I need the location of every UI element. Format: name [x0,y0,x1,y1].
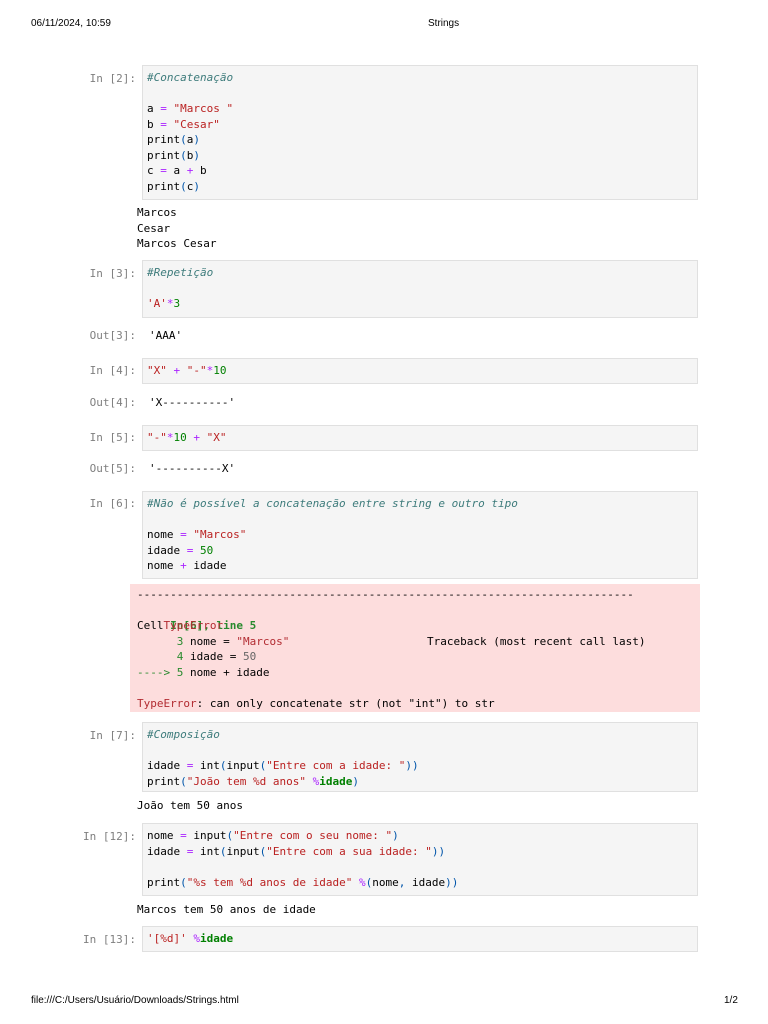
code-cell[interactable]: "-"*10 + "X" [142,425,698,451]
traceback-number: 50 [242,650,257,663]
error-name: TypeError [137,696,197,710]
error-message: : can only concatenate str (not "int") t… [196,696,495,710]
traceback-string: "Marcos" [236,634,290,648]
code-block: #Não é possível a concatenação entre str… [147,497,518,572]
output-line: Marcos tem 50 anos de idade [137,903,316,916]
code-block: #Repetição 'A'*3 [147,266,214,310]
code-block: #Concatenação a = "Marcos " b = "Cesar" … [147,71,234,193]
output-line: Marcos [137,206,177,219]
code-block: nome = input("Entre com o seu nome: ") i… [147,829,459,889]
cell-output: Marcos Cesar Marcos Cesar [137,205,216,252]
output-line: Marcos Cesar [137,237,217,250]
print-datetime: 06/11/2024, 10:59 [31,18,111,29]
output-line: Cesar [137,221,171,235]
output-value: 'AAA' [149,329,183,342]
code-block: "X" + "-"*10 [147,364,227,377]
code-block: "-"*10 + "X" [147,431,227,444]
code-cell[interactable]: "X" + "-"*10 [142,358,698,384]
code-comment: #Composição [147,728,220,741]
code-cell[interactable]: '[%d]' %idade [142,926,698,952]
page-title: Strings [428,18,460,29]
code-comment: #Não é possível a concatenação entre str… [147,497,518,510]
cell-output: João tem 50 anos [137,798,243,814]
error-output: ----------------------------------------… [130,584,700,712]
traceback-code: nome + idade [183,665,270,679]
output-value: 'X----------' [149,396,236,409]
input-prompt: In [5]: [89,431,136,444]
error-arrow: ----> 5 [137,665,184,679]
code-comment: #Repetição [147,266,214,279]
code-comment: #Concatenação [147,71,234,84]
input-prompt: In [2]: [89,72,136,85]
input-prompt: In [3]: [89,267,136,280]
code-cell[interactable]: #Não é possível a concatenação entre str… [142,491,698,579]
input-prompt: In [13]: [83,933,136,946]
code-block: '[%d]' %idade [147,932,234,945]
code-cell[interactable]: nome = input("Entre com o seu nome: ") i… [142,823,698,896]
page-number: 1/2 [724,995,738,1006]
output-prompt: Out[3]: [89,329,136,342]
traceback-label: Traceback (most recent call last) [427,634,646,648]
input-prompt: In [4]: [89,364,136,377]
input-prompt: In [6]: [89,497,136,510]
code-cell[interactable]: #Concatenação a = "Marcos " b = "Cesar" … [142,65,698,200]
error-name: TypeError [163,619,224,632]
input-prompt: In [12]: [83,830,136,843]
file-path: file:///C:/Users/Usuário/Downloads/Strin… [31,995,239,1006]
code-block: #Composição idade = int(input("Entre com… [147,728,419,788]
traceback-code: idade = [183,650,243,663]
output-prompt: Out[4]: [89,396,136,409]
code-cell[interactable]: #Composição idade = int(input("Entre com… [142,722,698,792]
error-rule: ----------------------------------------… [137,588,634,601]
output-line: João tem 50 anos [137,799,243,812]
traceback-code: nome = [183,634,237,648]
input-prompt: In [7]: [89,729,136,742]
output-value: '----------X' [149,462,236,475]
code-cell[interactable]: #Repetição 'A'*3 [142,260,698,318]
cell-output: Marcos tem 50 anos de idade [137,902,316,918]
output-prompt: Out[5]: [89,462,136,475]
